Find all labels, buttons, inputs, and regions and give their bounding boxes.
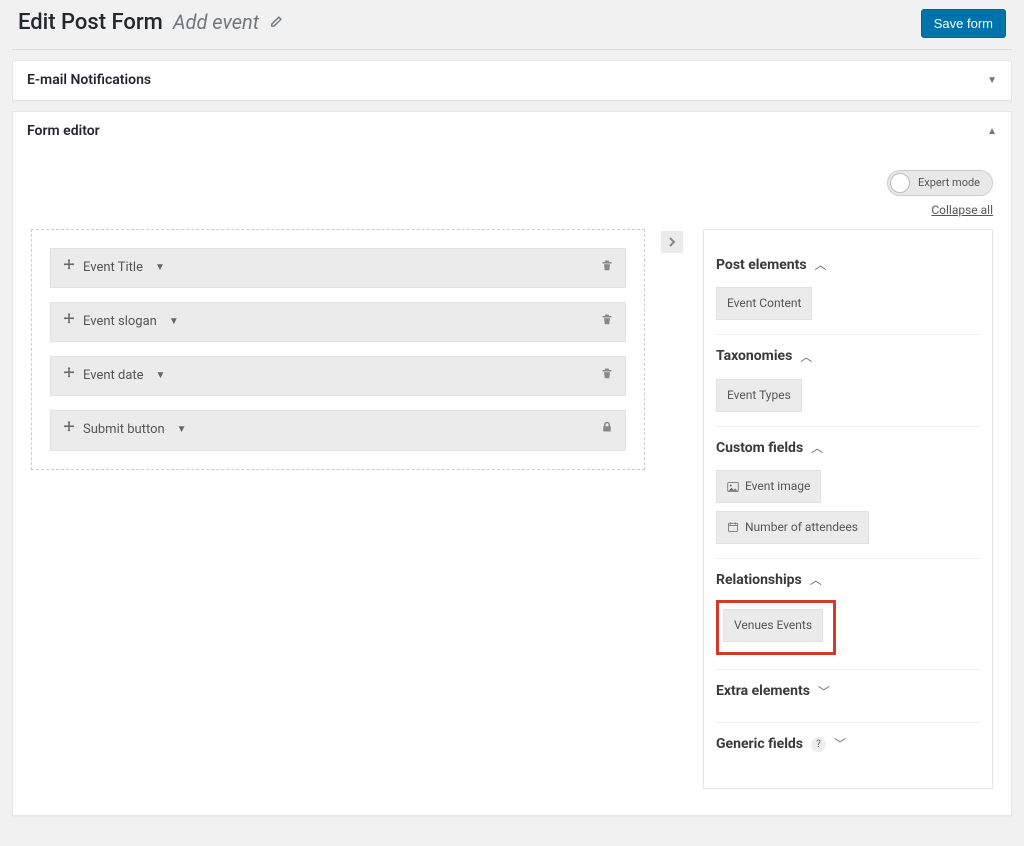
email-notifications-panel: E-mail Notifications ▼ xyxy=(12,60,1012,102)
chip-label: Event image xyxy=(745,478,810,495)
field-row[interactable]: Event date ▼ xyxy=(50,356,626,396)
field-label: Event Title xyxy=(83,259,143,277)
field-row[interactable]: Submit button ▼ xyxy=(50,410,626,450)
trash-icon[interactable] xyxy=(601,367,613,385)
sidebar-section-toggle[interactable]: Post elements ︿ xyxy=(716,250,980,282)
move-icon[interactable] xyxy=(63,313,75,331)
chevron-down-icon: ﹀ xyxy=(818,684,830,701)
expert-mode-label: Expert mode xyxy=(918,175,980,190)
move-icon[interactable] xyxy=(63,367,75,385)
lock-icon xyxy=(601,421,613,439)
sidebar-section-title: Relationships xyxy=(716,571,802,591)
page-title: Edit Post Form xyxy=(18,8,163,39)
pencil-icon[interactable] xyxy=(269,15,283,35)
element-chip[interactable]: Event image xyxy=(716,470,821,503)
relationships-highlight: Venues Events xyxy=(716,600,836,655)
form-editor-toggle[interactable]: Form editor ▲ xyxy=(13,112,1011,152)
chip-label: Venues Events xyxy=(734,617,812,634)
element-chip[interactable]: Number of attendees xyxy=(716,511,869,544)
caret-down-icon: ▼ xyxy=(155,261,165,275)
sidebar-section: Relationships ︿ Venues Events xyxy=(716,559,980,670)
caret-down-icon: ▼ xyxy=(177,423,187,437)
element-chip[interactable]: Event Content xyxy=(716,287,812,320)
caret-down-icon: ▼ xyxy=(169,315,179,329)
chip-label: Number of attendees xyxy=(745,519,858,536)
chevron-down-icon: ▼ xyxy=(987,74,997,88)
collapse-all-link[interactable]: Collapse all xyxy=(931,202,993,219)
element-chip[interactable]: Venues Events xyxy=(723,609,823,642)
chevron-down-icon: ﹀ xyxy=(834,736,846,753)
chevron-up-icon: ▲ xyxy=(987,125,997,139)
calendar-icon xyxy=(727,521,739,533)
sidebar-section: Extra elements ﹀ xyxy=(716,670,980,723)
sidebar-section-title: Taxonomies xyxy=(716,347,792,367)
chevron-up-icon: ︿ xyxy=(800,349,812,366)
expert-mode-toggle[interactable]: Expert mode xyxy=(887,170,993,196)
help-icon[interactable]: ? xyxy=(811,737,826,752)
elements-sidebar: Post elements ︿ Event Content Taxonomies ︿ Ev… xyxy=(703,229,993,790)
field-row[interactable]: Event slogan ▼ xyxy=(50,302,626,342)
form-editor-panel: Form editor ▲ Expert mode Collapse all E… xyxy=(12,111,1012,816)
sidebar-section-title: Extra elements xyxy=(716,682,810,702)
trash-icon[interactable] xyxy=(601,313,613,331)
trash-icon[interactable] xyxy=(601,259,613,277)
chevron-up-icon: ︿ xyxy=(810,572,822,589)
sidebar-section-toggle[interactable]: Extra elements ﹀ xyxy=(716,676,980,708)
field-label: Event slogan xyxy=(83,313,157,331)
toggle-knob-icon xyxy=(890,173,910,193)
sidebar-section: Taxonomies ︿ Event Types xyxy=(716,335,980,426)
form-name: Add event xyxy=(173,8,259,36)
chip-label: Event Types xyxy=(727,387,791,404)
caret-down-icon: ▼ xyxy=(156,369,166,383)
sidebar-section-title: Post elements xyxy=(716,256,807,276)
sidebar-section-toggle[interactable]: Generic fields? ﹀ xyxy=(716,729,980,761)
sidebar-section-toggle[interactable]: Taxonomies ︿ xyxy=(716,341,980,373)
panel-title: E-mail Notifications xyxy=(27,71,151,91)
sidebar-section-title: Custom fields xyxy=(716,439,803,459)
chevron-up-icon: ︿ xyxy=(815,257,827,274)
field-row[interactable]: Event Title ▼ xyxy=(50,248,626,288)
field-label: Submit button xyxy=(83,421,165,439)
chevron-up-icon: ︿ xyxy=(811,440,823,457)
sidebar-section: Post elements ︿ Event Content xyxy=(716,244,980,335)
email-notifications-toggle[interactable]: E-mail Notifications ▼ xyxy=(13,61,1011,101)
sidebar-section-toggle[interactable]: Custom fields ︿ xyxy=(716,433,980,465)
sidebar-section-title: Generic fields xyxy=(716,735,803,755)
field-label: Event date xyxy=(83,367,144,385)
form-canvas: Event Title▼Event slogan▼Event date▼Subm… xyxy=(31,229,645,470)
move-icon[interactable] xyxy=(63,259,75,277)
sidebar-section: Custom fields ︿ Event image Number of atten… xyxy=(716,427,980,559)
chip-label: Event Content xyxy=(727,295,801,312)
panel-title: Form editor xyxy=(27,122,100,142)
element-chip[interactable]: Event Types xyxy=(716,379,802,412)
move-icon[interactable] xyxy=(63,421,75,439)
collapse-sidebar-button[interactable] xyxy=(661,231,683,253)
sidebar-section-toggle[interactable]: Relationships ︿ xyxy=(716,565,980,597)
sidebar-section: Generic fields? ﹀ xyxy=(716,723,980,775)
save-form-button[interactable]: Save form xyxy=(921,9,1006,38)
image-icon xyxy=(727,481,739,493)
